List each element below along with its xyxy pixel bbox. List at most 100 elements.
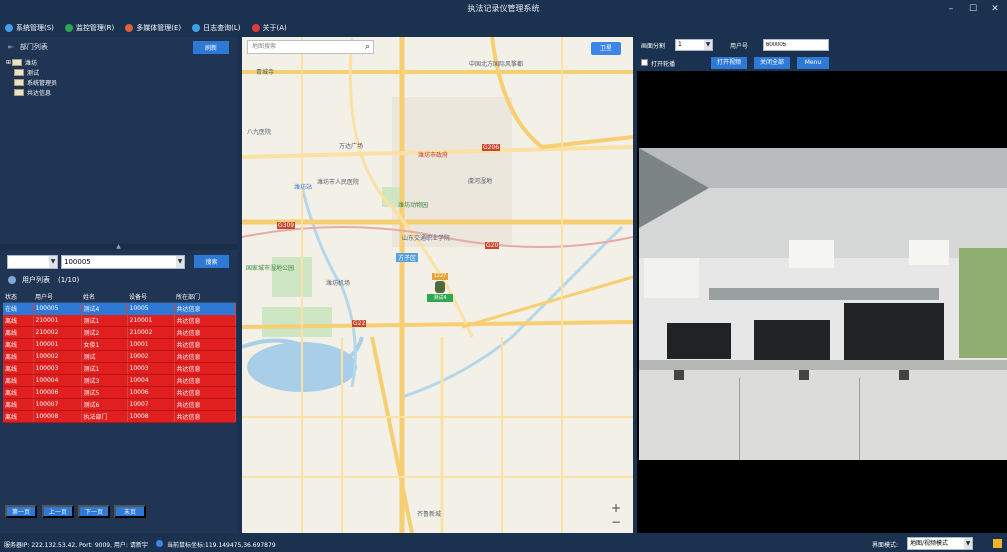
tree-item-label: 共达信息 xyxy=(27,89,52,97)
dept-collapse-icon[interactable]: ⇤ xyxy=(8,43,14,51)
col-status[interactable]: 状态 xyxy=(3,291,33,303)
users-icon xyxy=(8,276,16,284)
road-badge: G309 xyxy=(277,222,296,229)
cell-dept: 共达信息 xyxy=(174,338,236,351)
cell-status: 离线 xyxy=(3,314,34,327)
search-icon[interactable]: ⌕ xyxy=(365,41,370,53)
table-row[interactable]: 离线 100003 测试1 10003 共达信息 xyxy=(3,362,236,375)
first-page-button[interactable]: 第一页 xyxy=(5,505,37,518)
menu-system[interactable]: 系统管理(S) xyxy=(5,23,54,33)
cell-name: 测试 xyxy=(81,350,128,363)
app-window: 执法记录仪管理系统 – ☐ ✕ 系统管理(S) 监控管理(R) 多媒体管理(E)… xyxy=(0,0,1007,552)
table-row[interactable]: 离线 210001 测试1 210001 共达信息 xyxy=(3,314,236,327)
dept-tree: ⊞ 潍坊 测试 系统管理员 共达信息 xyxy=(6,57,57,97)
road-badge: G20 xyxy=(485,242,500,249)
cell-status: 离线 xyxy=(3,350,34,363)
tree-item[interactable]: 共达信息 xyxy=(6,87,57,97)
mouse-coords: 当前鼠标坐标:119.149475,36.697879 xyxy=(167,542,276,549)
table-row[interactable]: 离线 100004 测试3 10004 共达信息 xyxy=(3,374,236,387)
table-row[interactable]: 离线 100001 女俊1 10001 共达信息 xyxy=(3,338,236,351)
monitor-icon xyxy=(64,24,73,32)
minimize-icon[interactable]: – xyxy=(940,0,962,18)
video-panel: 画面分割 1▼ 用户号 打开轮播 打开视频 关闭全部 Menu xyxy=(637,37,1007,533)
tree-item[interactable]: ⊞ 潍坊 xyxy=(6,57,57,67)
open-video-button[interactable]: 打开视频 xyxy=(711,57,747,69)
mode-value: 地图/视频模式 xyxy=(910,540,949,547)
cell-device: 10005 xyxy=(127,302,175,315)
close-icon[interactable]: ✕ xyxy=(984,0,1006,18)
table-row[interactable]: 离线 100008 执法部门 10008 共达信息 xyxy=(3,410,236,423)
cell-status: 离线 xyxy=(3,374,34,387)
next-page-button[interactable]: 下一页 xyxy=(78,505,110,518)
table-row[interactable]: 离线 100006 测试5 10006 共达信息 xyxy=(3,386,236,399)
table-row[interactable]: 离线 100002 测试 10002 共达信息 xyxy=(3,350,236,363)
video-feed[interactable] xyxy=(639,148,1007,460)
cell-dept: 共达信息 xyxy=(174,374,236,387)
cell-dept: 共达信息 xyxy=(174,386,236,399)
marker-id: 1227 xyxy=(432,273,448,280)
split-select[interactable]: 1 ▼ xyxy=(675,39,713,51)
satellite-button[interactable]: 卫星 xyxy=(591,42,621,55)
user-list-count: (1/10) xyxy=(58,276,80,284)
loop-checkbox[interactable] xyxy=(641,59,648,66)
menu-log[interactable]: 日志查询(L) xyxy=(192,23,241,33)
video-user-input[interactable] xyxy=(763,39,829,51)
notification-icon[interactable] xyxy=(993,539,1002,548)
cell-user-id: 100007 xyxy=(33,398,82,411)
panel-splitter[interactable]: ▲ xyxy=(0,244,237,250)
tree-item[interactable]: 测试 xyxy=(6,67,57,77)
device-marker[interactable]: 1227 测试4 xyxy=(425,273,455,302)
cell-name: 测试2 xyxy=(81,326,128,339)
map-view[interactable]: 青城寺 中国北方国际风筝都 八九医院 万达广场 潍坊市政府 潍坊市人民医院 潍坊… xyxy=(242,37,633,533)
folder-icon xyxy=(14,88,24,96)
cell-device: 10007 xyxy=(127,398,175,411)
table-header-row: 状态 用户号 姓名 设备号 所在部门 xyxy=(3,291,236,303)
cell-user-id: 100005 xyxy=(33,302,82,315)
map-place-label: 方子区 xyxy=(396,253,419,262)
loop-label: 打开轮播 xyxy=(651,61,676,68)
cell-user-id: 210002 xyxy=(33,326,82,339)
table-row[interactable]: 在线 100005 测试4 10005 共达信息 xyxy=(3,302,236,315)
col-name[interactable]: 姓名 xyxy=(81,291,127,303)
cell-dept: 共达信息 xyxy=(174,314,236,327)
prev-page-button[interactable]: 上一页 xyxy=(42,505,74,518)
cell-status: 离线 xyxy=(3,326,34,339)
close-all-button[interactable]: 关闭全部 xyxy=(754,57,790,69)
folder-icon xyxy=(12,58,22,66)
status-bar: 服务器IP: 222.132.53.42, Port: 9009, 用户: 请新… xyxy=(0,536,1007,552)
map-search-input[interactable]: 地图搜索 ⌕ xyxy=(247,40,374,54)
table-row[interactable]: 离线 100007 测试6 10007 共达信息 xyxy=(3,398,236,411)
officer-icon xyxy=(435,281,445,293)
cell-device: 10004 xyxy=(127,374,175,387)
map-place-label: 国家城市湿地公园 xyxy=(246,265,295,272)
map-place-label: 潍坊动物园 xyxy=(398,202,429,209)
cell-name: 测试1 xyxy=(81,362,128,375)
refresh-button[interactable]: 刷新 xyxy=(193,41,229,54)
cell-dept: 共达信息 xyxy=(174,398,236,411)
menu-media[interactable]: 多媒体管理(E) xyxy=(125,23,181,33)
map-place-label: 潍坊市人民医院 xyxy=(317,179,360,186)
menu-button[interactable]: Menu xyxy=(797,57,829,69)
col-dept[interactable]: 所在部门 xyxy=(174,291,236,303)
menu-about[interactable]: 关于(A) xyxy=(251,23,287,33)
cell-status: 在线 xyxy=(3,302,34,315)
table-row[interactable]: 离线 210002 测试2 210002 共达信息 xyxy=(3,326,236,339)
tree-item[interactable]: 系统管理员 xyxy=(6,77,57,87)
cell-user-id: 100002 xyxy=(33,350,82,363)
search-button[interactable]: 搜索 xyxy=(194,255,229,268)
road-badge: G22 xyxy=(352,320,367,327)
menu-monitor[interactable]: 监控管理(R) xyxy=(64,23,115,33)
zoom-in-button[interactable]: + xyxy=(609,501,623,515)
zoom-out-button[interactable]: − xyxy=(609,515,623,529)
maximize-icon[interactable]: ☐ xyxy=(962,0,984,18)
cell-dept: 共达信息 xyxy=(174,410,236,423)
last-page-button[interactable]: 末页 xyxy=(114,505,146,518)
mode-select[interactable]: 地图/视频模式 ▼ xyxy=(907,537,973,550)
dept-select[interactable]: ▼ xyxy=(7,255,58,269)
split-label: 画面分割 xyxy=(641,43,666,50)
col-device[interactable]: 设备号 xyxy=(127,291,174,303)
col-user-id[interactable]: 用户号 xyxy=(33,291,81,303)
user-select[interactable]: 100005 ▼ xyxy=(61,255,185,269)
menu-monitor-label: 监控管理(R) xyxy=(75,24,115,32)
marker-label: 测试4 xyxy=(427,294,453,302)
